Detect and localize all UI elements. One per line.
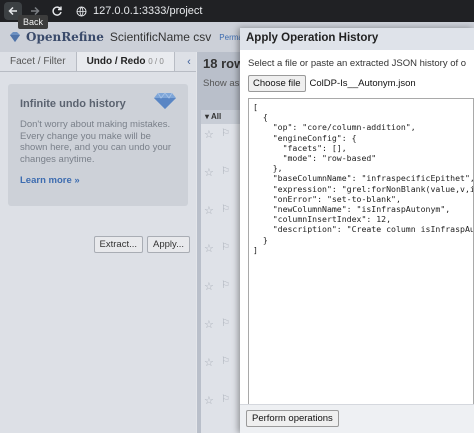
collapse-left-panel-icon[interactable]: ‹ (182, 52, 196, 72)
tab-undo-redo[interactable]: Undo / Redo 0 / 0 (75, 52, 175, 71)
star-icon[interactable]: ☆ (204, 318, 214, 331)
dialog-title: Apply Operation History (240, 28, 474, 50)
star-icon[interactable]: ☆ (204, 128, 214, 141)
learn-more-link[interactable]: Learn more » (20, 175, 174, 186)
star-icon[interactable]: ☆ (204, 242, 214, 255)
star-icon[interactable]: ☆ (204, 204, 214, 217)
json-history-textarea[interactable]: [ { "op": "core/column-addition", "engin… (248, 98, 474, 406)
site-info-icon[interactable] (76, 6, 87, 17)
openrefine-logo-icon (10, 32, 20, 42)
star-icon[interactable]: ☆ (204, 166, 214, 179)
dialog-instructions: Select a file or paste an extracted JSON… (248, 58, 466, 69)
apply-button[interactable]: Apply... (147, 236, 190, 253)
project-name[interactable]: ScientificName csv (110, 30, 211, 44)
tab-facet-filter[interactable]: Facet / Filter (0, 52, 76, 71)
flag-icon[interactable]: ⚐ (221, 128, 230, 139)
address-bar[interactable]: 127.0.0.1:3333/project (93, 5, 202, 17)
row-controls-strip: ▾ All ☆ ⚐ ☆ ⚐ ☆ ⚐ ☆ ⚐ ☆ ⚐ ☆ ⚐ ☆ ⚐ ☆ ⚐ (201, 110, 241, 433)
dialog-body: Select a file or paste an extracted JSON… (240, 50, 474, 406)
flag-icon[interactable]: ⚐ (221, 166, 230, 177)
left-panel: Facet / Filter Undo / Redo 0 / 0 Infinit… (0, 52, 196, 433)
flag-icon[interactable]: ⚐ (221, 318, 230, 329)
tab-undo-redo-label: Undo / Redo (86, 56, 146, 67)
reload-button[interactable] (48, 2, 66, 20)
flag-icon[interactable]: ⚐ (221, 394, 230, 405)
browser-toolbar: 127.0.0.1:3333/project (0, 0, 474, 22)
star-icon[interactable]: ☆ (204, 356, 214, 369)
flag-icon[interactable]: ⚐ (221, 280, 230, 291)
show-as-label: Show as (203, 78, 240, 89)
flag-icon[interactable]: ⚐ (221, 204, 230, 215)
diamond-gem-icon (154, 92, 176, 109)
choose-file-button[interactable]: Choose file (248, 75, 306, 92)
file-picker-row: Choose file ColDP-Is__Autonym.json (248, 75, 466, 92)
dialog-footer: Perform operations (240, 404, 474, 433)
perform-operations-button[interactable]: Perform operations (246, 410, 339, 427)
tab-facet-filter-label: Facet / Filter (10, 56, 66, 67)
undo-actions: Extract... Apply... (93, 236, 190, 253)
undo-box-title: Infinite undo history (20, 98, 126, 110)
reload-icon (52, 6, 62, 16)
flag-icon[interactable]: ⚐ (221, 242, 230, 253)
back-tooltip: Back (18, 15, 49, 29)
star-icon[interactable]: ☆ (204, 280, 214, 293)
left-panel-tabs: Facet / Filter Undo / Redo 0 / 0 (0, 52, 196, 72)
selected-file-name: ColDP-Is__Autonym.json (309, 78, 416, 89)
star-icon[interactable]: ☆ (204, 394, 214, 407)
undo-box-body: Don't worry about making mistakes. Every… (20, 119, 172, 165)
undo-history-box: Infinite undo history Don't worry about … (8, 84, 188, 206)
extract-button[interactable]: Extract... (93, 236, 144, 253)
all-column-header[interactable]: ▾ All (201, 110, 241, 124)
undo-count: 0 / 0 (148, 57, 164, 66)
all-column-label: All (210, 112, 222, 121)
apply-operation-history-dialog: Apply Operation History Select a file or… (240, 28, 474, 433)
app-logo-text[interactable]: OpenRefine (26, 30, 104, 44)
flag-icon[interactable]: ⚐ (221, 356, 230, 367)
